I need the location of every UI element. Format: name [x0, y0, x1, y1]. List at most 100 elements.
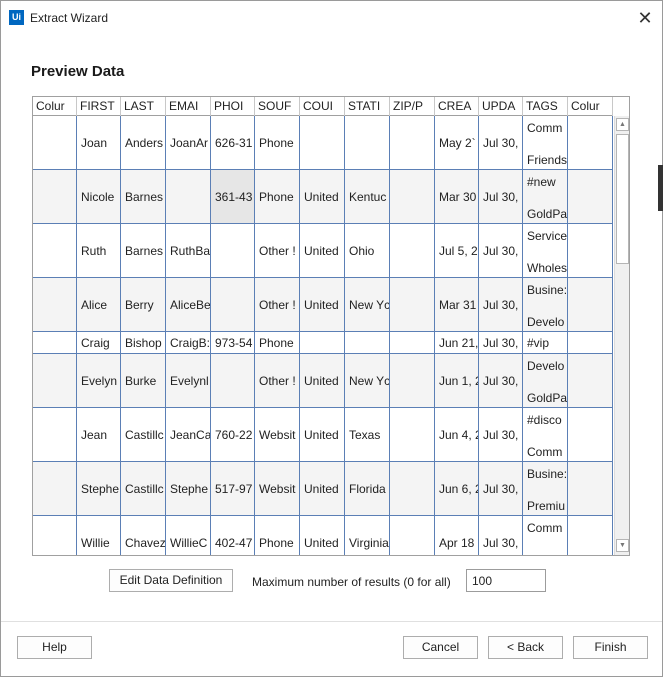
table-cell[interactable]: Barnes — [121, 224, 166, 277]
table-cell[interactable]: Stephe — [166, 462, 211, 515]
table-cell[interactable]: United — [300, 224, 345, 277]
column-header[interactable]: SOUF — [255, 97, 300, 116]
table-cell[interactable]: Jul 5, 2 — [435, 224, 479, 277]
table-cell[interactable]: Jun 4, 2 — [435, 408, 479, 461]
table-cell[interactable]: Jul 30, — [479, 332, 523, 353]
scroll-up-icon[interactable]: ▲ — [616, 118, 629, 131]
scrollbar-thumb[interactable] — [616, 134, 629, 264]
table-cell[interactable]: Evelynl — [166, 354, 211, 407]
table-cell[interactable] — [568, 516, 613, 555]
column-header[interactable]: Colur — [568, 97, 613, 116]
table-cell[interactable] — [390, 516, 435, 555]
table-cell[interactable] — [390, 332, 435, 353]
table-cell[interactable]: United — [300, 278, 345, 331]
table-row[interactable]: Joan Anders JoanAr 626-31 Phone May 2` Jul 30,… — [33, 116, 613, 170]
table-cell[interactable]: 517-97 — [211, 462, 255, 515]
table-cell[interactable] — [568, 170, 613, 223]
table-cell[interactable]: 973-54 — [211, 332, 255, 353]
table-cell[interactable]: AliceBe — [166, 278, 211, 331]
table-row[interactable]: Jean Castillc JeanCa 760-22 Websit United Texa… — [33, 408, 613, 462]
table-cell[interactable]: Other ! — [255, 354, 300, 407]
table-cell[interactable]: Anders — [121, 116, 166, 169]
column-header[interactable]: EMAI — [166, 97, 211, 116]
max-results-input[interactable] — [466, 569, 546, 592]
table-cell[interactable]: Jul 30, — [479, 462, 523, 515]
table-cell[interactable] — [33, 354, 77, 407]
table-cell[interactable]: Busine: Develo — [523, 278, 568, 331]
column-header[interactable]: STATI — [345, 97, 390, 116]
table-cell[interactable] — [33, 116, 77, 169]
table-cell[interactable]: Websit — [255, 462, 300, 515]
table-cell[interactable]: New Yc — [345, 278, 390, 331]
table-cell[interactable]: Kentuc — [345, 170, 390, 223]
table-cell[interactable] — [568, 224, 613, 277]
table-cell[interactable]: 626-31 — [211, 116, 255, 169]
table-cell[interactable] — [33, 462, 77, 515]
table-cell[interactable]: Jul 30, — [479, 170, 523, 223]
table-cell[interactable]: Jun 21, — [435, 332, 479, 353]
table-cell[interactable]: Mar 31 — [435, 278, 479, 331]
table-cell[interactable]: JoanAr — [166, 116, 211, 169]
column-header[interactable]: PHOI — [211, 97, 255, 116]
column-header[interactable]: TAGS — [523, 97, 568, 116]
table-cell[interactable]: Nicole — [77, 170, 121, 223]
table-cell[interactable] — [390, 408, 435, 461]
cancel-button[interactable]: Cancel — [403, 636, 478, 659]
finish-button[interactable]: Finish — [573, 636, 648, 659]
table-cell[interactable]: #vip — [523, 332, 568, 353]
scroll-down-icon[interactable]: ▼ — [616, 539, 629, 552]
table-row[interactable]: Stephe Castillc Stephe 517-97 Websit United Fl… — [33, 462, 613, 516]
table-cell[interactable]: Service Wholes — [523, 224, 568, 277]
table-cell[interactable]: #disco Comm — [523, 408, 568, 461]
column-header[interactable]: FIRST — [77, 97, 121, 116]
table-cell[interactable]: Jul 30, — [479, 278, 523, 331]
table-cell[interactable]: Jul 30, — [479, 516, 523, 555]
table-cell[interactable] — [568, 462, 613, 515]
table-cell[interactable]: United — [300, 462, 345, 515]
table-cell[interactable]: United — [300, 170, 345, 223]
table-cell[interactable] — [345, 332, 390, 353]
table-row[interactable]: Ruth Barnes RuthBa Other ! United Ohio Jul 5, … — [33, 224, 613, 278]
table-cell[interactable]: Barnes — [121, 170, 166, 223]
table-cell[interactable]: #new GoldPa — [523, 170, 568, 223]
table-cell[interactable]: Develo GoldPa — [523, 354, 568, 407]
table-cell[interactable]: Castillc — [121, 462, 166, 515]
table-cell[interactable]: United — [300, 354, 345, 407]
table-row[interactable]: Willie Chavez WillieC 402-47 Phone United Virg… — [33, 516, 613, 555]
table-cell[interactable]: Comm Friends — [523, 116, 568, 169]
table-cell[interactable] — [568, 354, 613, 407]
table-cell[interactable] — [300, 332, 345, 353]
table-row[interactable]: Evelyn Burke Evelynl Other ! United New Yc Jun… — [33, 354, 613, 408]
table-cell[interactable]: Other ! — [255, 278, 300, 331]
table-cell[interactable]: Berry — [121, 278, 166, 331]
table-cell[interactable]: Willie — [77, 516, 121, 555]
table-cell[interactable]: Ruth — [77, 224, 121, 277]
table-cell[interactable]: Jul 30, — [479, 408, 523, 461]
table-cell[interactable] — [568, 116, 613, 169]
table-cell[interactable]: 760-22 — [211, 408, 255, 461]
table-cell[interactable]: Joan — [77, 116, 121, 169]
vertical-scrollbar[interactable]: ▲ ▼ — [614, 116, 629, 555]
table-row[interactable]: Nicole Barnes 361-43 Phone United Kentuc Mar 3… — [33, 170, 613, 224]
table-cell[interactable]: Alice — [77, 278, 121, 331]
table-cell[interactable]: United — [300, 516, 345, 555]
table-cell[interactable] — [345, 116, 390, 169]
table-cell[interactable]: Bishop — [121, 332, 166, 353]
table-cell[interactable]: Craig — [77, 332, 121, 353]
table-cell[interactable] — [390, 354, 435, 407]
table-cell[interactable]: Apr 18 — [435, 516, 479, 555]
edit-data-definition-button[interactable]: Edit Data Definition — [109, 569, 233, 592]
table-cell[interactable] — [33, 224, 77, 277]
table-cell[interactable] — [390, 170, 435, 223]
table-cell[interactable] — [390, 224, 435, 277]
table-cell[interactable]: RuthBa — [166, 224, 211, 277]
column-header[interactable]: CREA — [435, 97, 479, 116]
table-cell[interactable] — [33, 332, 77, 353]
table-cell[interactable]: Phone — [255, 170, 300, 223]
table-cell[interactable]: May 2` — [435, 116, 479, 169]
table-cell[interactable]: Castillc — [121, 408, 166, 461]
table-cell[interactable]: Florida — [345, 462, 390, 515]
table-cell[interactable]: 402-47 — [211, 516, 255, 555]
column-header[interactable]: ZIP/P — [390, 97, 435, 116]
table-cell[interactable]: Jul 30, — [479, 116, 523, 169]
